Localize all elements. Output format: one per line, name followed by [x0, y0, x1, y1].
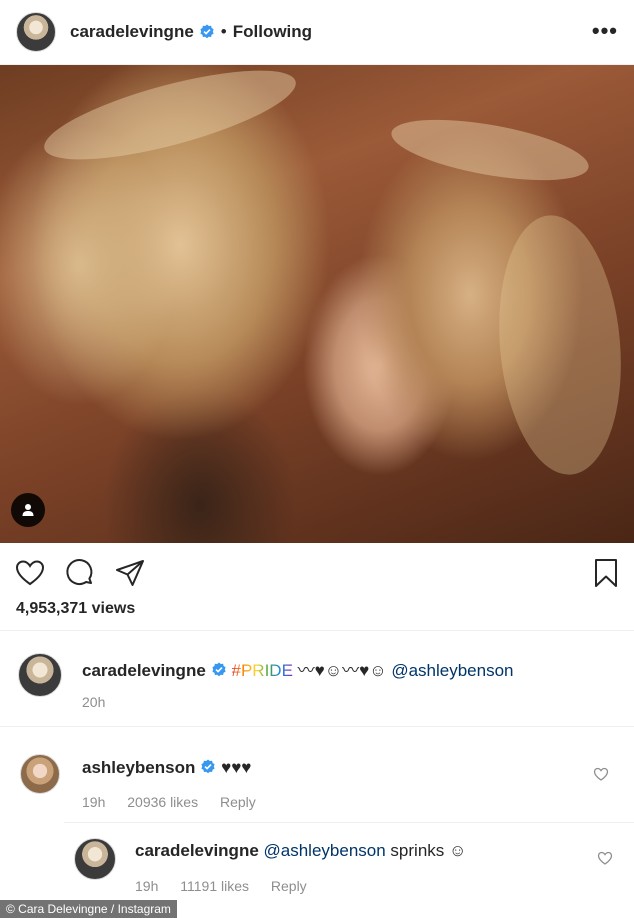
heart-icon[interactable]: [14, 557, 46, 589]
bookmark-icon[interactable]: [590, 557, 622, 589]
comment-meta: 19h 20936 likes Reply: [82, 794, 274, 810]
caption-time[interactable]: 20h: [82, 694, 105, 710]
comment-body: ♥♥♥: [221, 758, 252, 777]
comment-text: caradelevingne @ashleybenson sprinks ☺: [135, 841, 466, 861]
post-header: caradelevingne • Following •••: [0, 0, 634, 64]
reply-button[interactable]: Reply: [271, 878, 307, 894]
comment-mention[interactable]: @ashleybenson: [264, 841, 386, 860]
share-icon[interactable]: [114, 557, 146, 589]
video-frame-detail: [387, 108, 593, 192]
video-frame-detail: [488, 210, 632, 480]
comment-time[interactable]: 19h: [82, 794, 105, 810]
comment-icon[interactable]: [64, 557, 96, 589]
comment-likes[interactable]: 11191 likes: [180, 878, 249, 894]
comment-likes[interactable]: 20936 likes: [127, 794, 198, 810]
comment-meta: 19h 11191 likes Reply: [135, 878, 325, 894]
post-video[interactable]: [0, 65, 634, 543]
header-separator: •: [220, 22, 227, 41]
video-frame-detail: [36, 65, 304, 178]
view-count[interactable]: 4,953,371 views: [16, 600, 135, 618]
comment-avatar[interactable]: [20, 754, 60, 794]
comment-time[interactable]: 19h: [135, 878, 158, 894]
caption-avatar[interactable]: [18, 653, 62, 697]
verified-badge-icon: [212, 662, 226, 677]
comment-like-icon[interactable]: [593, 766, 609, 782]
verified-badge-icon: [200, 24, 214, 39]
comment-avatar[interactable]: [74, 838, 116, 880]
caption-username[interactable]: caradelevingne: [82, 661, 206, 680]
verified-badge-icon: [201, 759, 215, 774]
comments-divider: [0, 726, 634, 727]
action-bar: [0, 557, 634, 589]
caption-emojis: 〰♥☺〰♥☺: [297, 661, 387, 680]
comment-username[interactable]: caradelevingne: [135, 841, 259, 860]
comment-body: sprinks ☺: [390, 841, 467, 860]
pride-hashtag[interactable]: #PRIDE: [232, 661, 293, 680]
reply-button[interactable]: Reply: [220, 794, 256, 810]
caption-divider: [0, 630, 634, 631]
caption-meta: 20h: [82, 694, 123, 710]
comment-like-icon[interactable]: [597, 850, 613, 866]
author-avatar[interactable]: [16, 12, 56, 52]
comment-text: ashleybenson ♥♥♥: [82, 758, 251, 778]
author-username[interactable]: caradelevingne: [70, 22, 194, 42]
image-credit: © Cara Delevingne / Instagram: [0, 900, 177, 918]
more-options-icon[interactable]: •••: [592, 18, 618, 44]
comment-username[interactable]: ashleybenson: [82, 758, 195, 777]
caption-mention[interactable]: @ashleybenson: [391, 661, 513, 680]
caption-text: caradelevingne #PRIDE 〰♥☺〰♥☺ @ashleybens…: [82, 656, 513, 681]
tagged-people-icon[interactable]: [11, 493, 45, 527]
following-button[interactable]: Following: [233, 22, 312, 42]
reply-divider: [64, 822, 634, 823]
